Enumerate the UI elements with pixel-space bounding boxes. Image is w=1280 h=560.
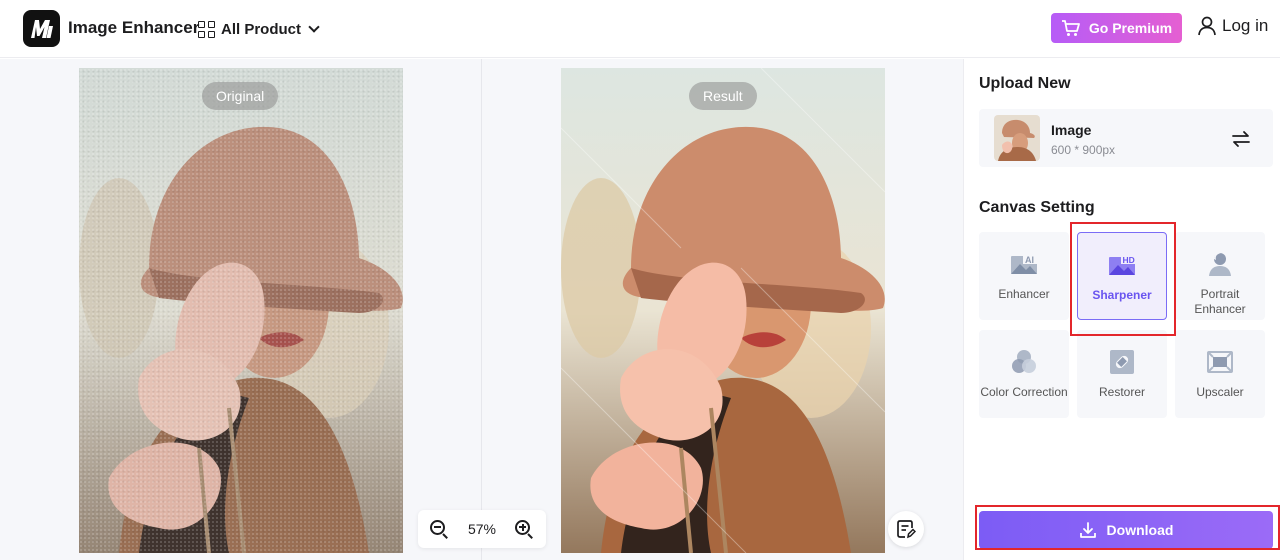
tool-portrait-enhancer[interactable]: Portrait Enhancer	[1175, 232, 1265, 320]
chevron-down-icon	[308, 20, 320, 33]
replace-image-icon[interactable]	[1230, 128, 1252, 150]
app-logo[interactable]	[23, 10, 60, 47]
result-image	[561, 68, 885, 553]
logo-mark-icon	[30, 19, 53, 38]
all-product-label: All Product	[221, 20, 302, 38]
cart-icon	[1061, 20, 1080, 36]
tool-upscaler[interactable]: Upscaler	[1175, 330, 1265, 418]
top-bar: Image Enhancer All Product Go Premium Lo…	[0, 0, 1280, 58]
feedback-button[interactable]	[888, 511, 924, 547]
compare-divider[interactable]	[481, 59, 482, 560]
zoom-control: 57%	[418, 510, 546, 548]
download-highlight-box	[975, 505, 1280, 550]
comparison-canvas: Original Result 57%	[0, 59, 963, 560]
uploaded-image-card[interactable]: Image 600 * 900px	[979, 109, 1273, 167]
svg-text:AI: AI	[1025, 255, 1034, 265]
tool-label: Upscaler	[1196, 385, 1244, 399]
tool-label: Color Correction	[980, 385, 1068, 399]
portrait-icon	[1209, 252, 1231, 276]
expand-frame-icon	[1207, 351, 1233, 373]
go-premium-button[interactable]: Go Premium	[1051, 13, 1182, 43]
tool-enhancer[interactable]: AI Enhancer	[979, 232, 1069, 320]
settings-sidebar: Upload New Image 600 * 900px Canvas Sett…	[963, 59, 1280, 560]
tool-label: Restorer	[1098, 385, 1145, 399]
zoom-in-icon[interactable]	[515, 519, 534, 539]
tool-label: Enhancer	[998, 287, 1050, 301]
login-link[interactable]: Log in	[1198, 16, 1268, 36]
user-icon	[1198, 16, 1216, 36]
grid-icon	[198, 20, 215, 38]
ai-image-icon: AI	[1011, 254, 1037, 274]
sharpener-highlight-box	[1070, 222, 1176, 336]
image-name: Image	[1051, 122, 1092, 138]
tool-label: Portrait Enhancer	[1194, 287, 1246, 316]
go-premium-label: Go Premium	[1088, 20, 1173, 36]
zoom-out-icon[interactable]	[430, 519, 449, 539]
note-edit-icon	[897, 520, 916, 539]
zoom-level: 57%	[467, 521, 497, 537]
image-thumbnail	[994, 115, 1040, 161]
image-dimensions: 600 * 900px	[1051, 143, 1116, 157]
tool-restorer[interactable]: Restorer	[1077, 330, 1167, 418]
tool-color-correction[interactable]: Color Correction	[979, 330, 1069, 418]
image-noise-overlay	[79, 68, 403, 553]
upload-new-title: Upload New	[979, 75, 1071, 92]
color-circles-icon	[1012, 350, 1036, 373]
bandage-image-icon	[1110, 350, 1134, 374]
result-tag: Result	[689, 82, 757, 110]
app-title[interactable]: Image Enhancer	[68, 18, 199, 38]
original-image	[79, 68, 403, 553]
original-tag: Original	[202, 82, 279, 110]
canvas-setting-title: Canvas Setting	[979, 199, 1095, 216]
all-product-menu[interactable]: All Product	[198, 16, 320, 42]
login-label: Log in	[1222, 16, 1269, 35]
